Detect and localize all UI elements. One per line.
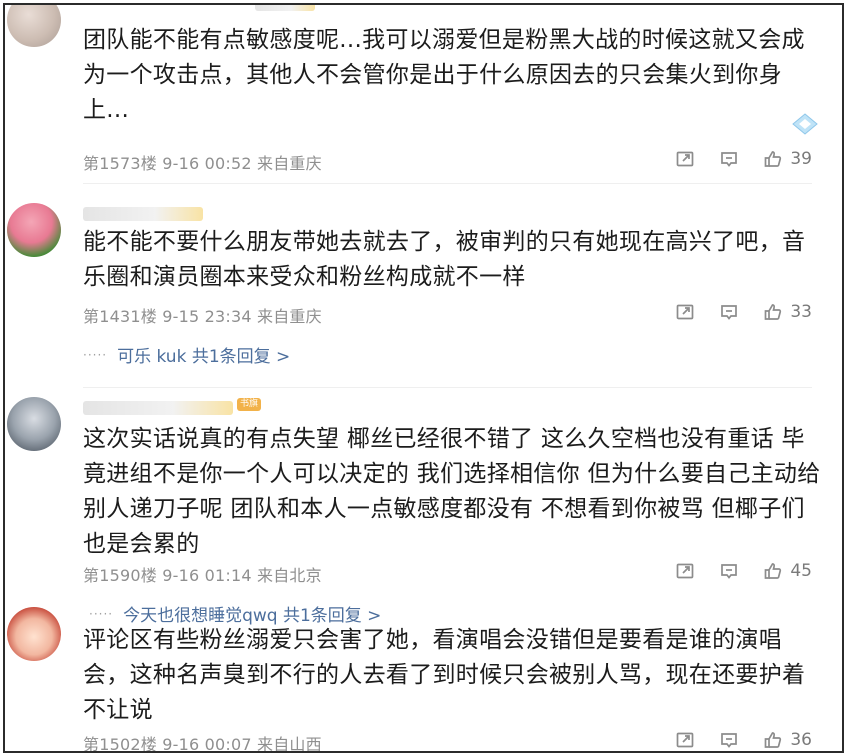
reply-link[interactable]: ····· 可乐 kuk 共1条回复 > [83,342,290,367]
comment-item: 团队能不能有点敏感度呢...我可以溺爱但是粉黑大战的时候这就又会成为一个攻击点，… [5,5,842,180]
comment-meta: 第1502楼 9-16 00:07 来自山西 [83,731,322,753]
comment-time: 9-16 01:14 [162,566,252,585]
avatar[interactable] [7,203,61,257]
user-badge: 书旗 [237,398,262,411]
avatar[interactable] [7,397,61,451]
reply-link-label: 可乐 kuk 共1条回复 > [117,347,291,367]
comment-meta: 第1590楼 9-16 01:14 来自北京 [83,562,322,586]
comment-text: 能不能不要什么朋友带她去就去了，被审判的只有她现在高兴了吧，音乐圈和演员圈本来受… [83,229,806,290]
like-count: 39 [790,149,812,169]
like-button[interactable]: 45 [762,560,812,582]
comment-time: 9-16 00:07 [162,735,252,753]
comment-icon[interactable] [718,560,740,582]
username-blurred [255,5,315,11]
comment-time: 9-15 23:34 [162,307,252,326]
floor-number: 第1431楼 [83,307,157,326]
comment-item: 这次实话说真的有点失望 椰丝已经很不错了 这么久空档也没有重话 毕竟进组不是你一… [5,389,842,626]
comment-meta: 第1573楼 9-16 00:52 来自重庆 [83,150,322,174]
comment-item: 能不能不要什么朋友带她去就去了，被审判的只有她现在高兴了吧，音乐圈和演员圈本来受… [5,185,842,385]
share-icon[interactable] [674,301,696,323]
divider [83,183,812,184]
comment-feed: 团队能不能有点敏感度呢...我可以溺爱但是粉黑大战的时候这就又会成为一个攻击点，… [3,3,844,753]
like-count: 33 [790,302,812,322]
avatar[interactable] [7,607,61,661]
floor-number: 第1573楼 [83,154,157,173]
floor-number: 第1502楼 [83,735,157,753]
like-button[interactable]: 39 [762,148,812,170]
comment-actions: 33 [674,301,812,323]
like-count: 45 [790,561,812,581]
sparkle-icon [792,113,818,135]
like-count: 36 [790,730,812,750]
username-blurred [83,401,233,415]
comment-icon[interactable] [718,729,740,751]
like-button[interactable]: 36 [762,729,812,751]
comment-actions: 45 [674,560,812,582]
avatar[interactable] [7,5,61,47]
thumbs-up-icon [762,301,784,323]
comment-actions: 36 [674,729,812,751]
share-icon[interactable] [674,148,696,170]
comment-text: 评论区有些粉丝溺爱只会害了她，看演唱会没错但是要看是谁的演唱会，这种名声臭到不行… [83,627,806,723]
share-icon[interactable] [674,729,696,751]
comment-location: 来自重庆 [257,154,322,173]
thumbs-up-icon [762,560,784,582]
floor-number: 第1590楼 [83,566,157,585]
thumbs-up-icon [762,729,784,751]
like-button[interactable]: 33 [762,301,812,323]
comment-text: 这次实话说真的有点失望 椰丝已经很不错了 这么久空档也没有重话 毕竟进组不是你一… [83,426,821,557]
username-blurred [83,207,203,221]
comment-location: 来自北京 [257,566,322,585]
comment-icon[interactable] [718,148,740,170]
share-icon[interactable] [674,560,696,582]
comment-icon[interactable] [718,301,740,323]
thumbs-up-icon [762,148,784,170]
dots-icon: ····· [83,347,108,362]
comment-location: 来自重庆 [257,307,322,326]
comment-text: 团队能不能有点敏感度呢...我可以溺爱但是粉黑大战的时候这就又会成为一个攻击点，… [83,27,805,123]
comment-item: 评论区有些粉丝溺爱只会害了她，看演唱会没错但是要看是谁的演唱会，这种名声臭到不行… [5,607,842,753]
comment-location: 来自山西 [257,735,322,753]
divider [83,387,812,388]
comment-meta: 第1431楼 9-15 23:34 来自重庆 [83,303,322,327]
comment-time: 9-16 00:52 [162,154,252,173]
comment-actions: 39 [674,148,812,170]
